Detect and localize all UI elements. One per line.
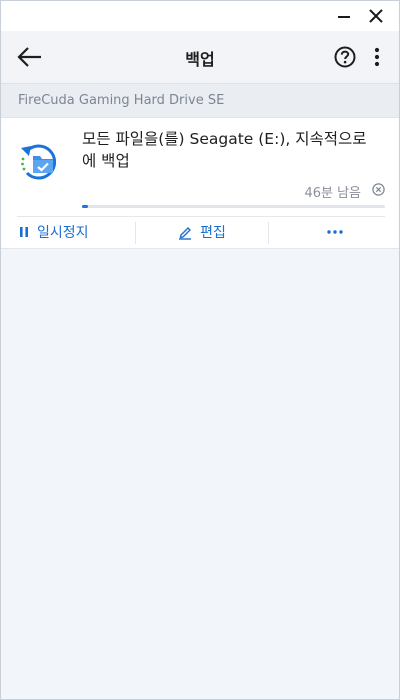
pause-button[interactable]: 일시정지 (19, 219, 129, 245)
pause-icon (19, 226, 29, 238)
more-horizontal-icon (327, 230, 343, 234)
app-window: 백업 FireCuda Gaming Hard Drive SE 모든 파일을(… (0, 0, 400, 700)
cancel-circle-icon (371, 182, 385, 196)
app-header: 백업 (1, 31, 399, 84)
question-circle-icon (334, 46, 356, 68)
device-name: FireCuda Gaming Hard Drive SE (18, 93, 225, 108)
minimize-button[interactable] (329, 1, 359, 31)
pencil-icon (178, 224, 192, 240)
close-button[interactable] (361, 1, 391, 31)
pause-label: 일시정지 (37, 225, 89, 241)
title-bar (1, 1, 399, 31)
time-remaining: 46분 남음 (304, 186, 361, 201)
backup-progress-fill (82, 205, 89, 208)
action-separator (135, 222, 136, 244)
backup-progress-bar (82, 205, 385, 208)
folder-sync-icon (21, 144, 57, 180)
help-button[interactable] (333, 45, 357, 69)
device-section-header: FireCuda Gaming Hard Drive SE (1, 84, 399, 118)
edit-button[interactable]: 편집 (137, 219, 267, 245)
card-divider (17, 216, 385, 217)
more-menu-button[interactable] (367, 45, 387, 69)
more-vertical-icon (374, 47, 380, 67)
cancel-backup-button[interactable] (371, 182, 385, 196)
backup-card: 모든 파일을(를) Seagate (E:), 지속적으로 에 백업 46분 남… (1, 118, 399, 249)
close-icon (369, 9, 383, 23)
edit-label: 편집 (200, 225, 226, 241)
minimize-icon (338, 16, 350, 18)
backup-description: 모든 파일을(를) Seagate (E:), 지속적으로 에 백업 (82, 130, 367, 170)
more-actions-button[interactable] (269, 219, 399, 245)
